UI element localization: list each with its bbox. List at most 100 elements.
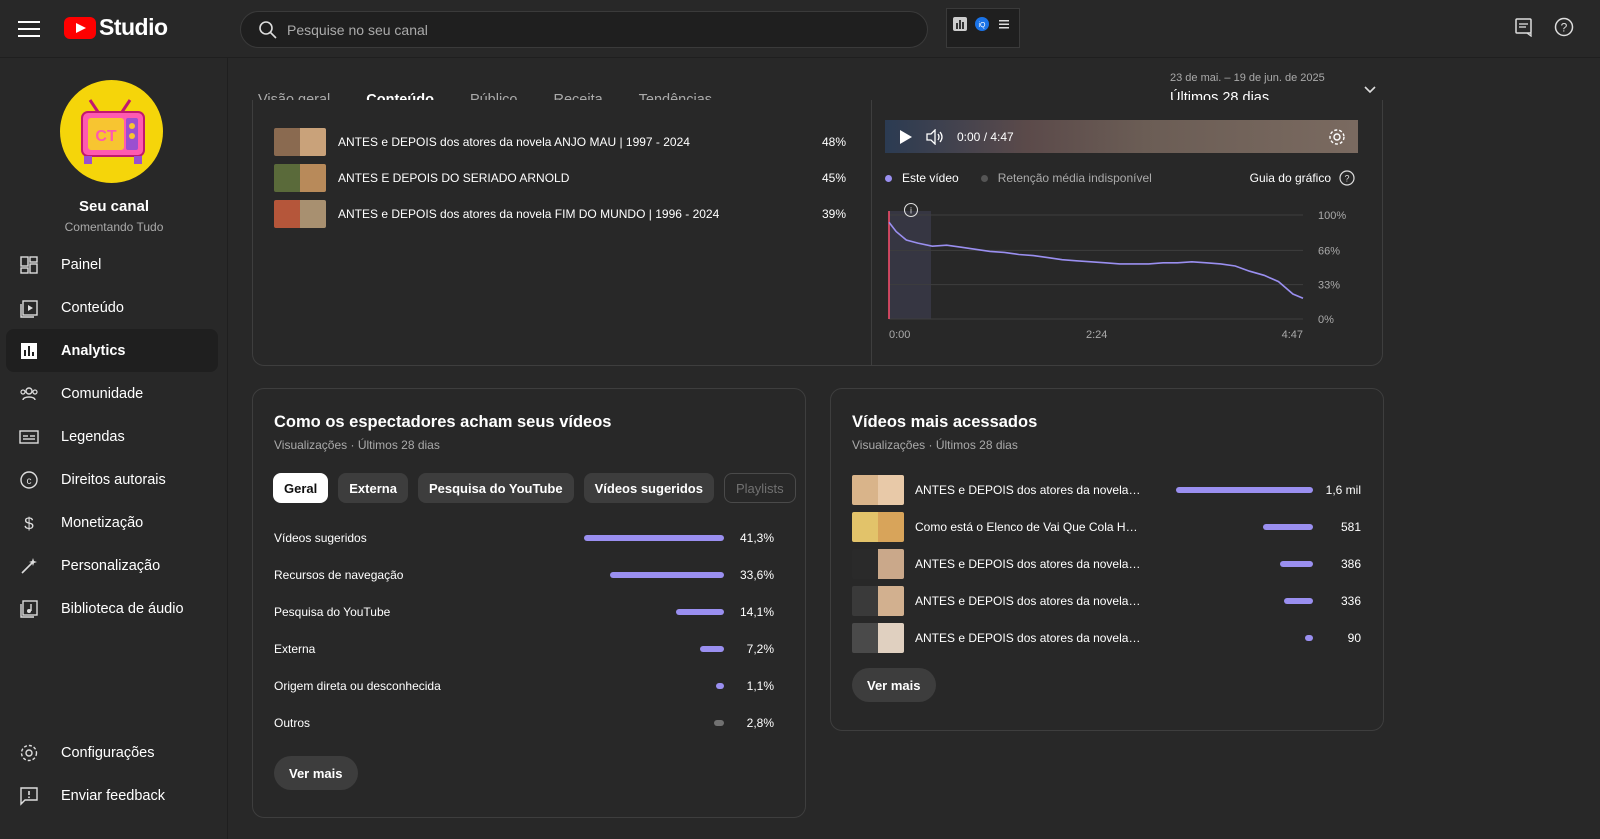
volume-icon[interactable] [925, 128, 945, 145]
source-bar [676, 608, 724, 615]
list-item[interactable]: ANTES e DEPOIS dos atores da novela O...… [852, 582, 1362, 619]
monetization-icon: $ [18, 512, 40, 534]
chip-pesquisa-youtube[interactable]: Pesquisa do YouTube [417, 473, 574, 503]
hamburger-menu-icon[interactable] [18, 18, 40, 38]
play-icon[interactable] [899, 129, 913, 145]
traffic-sources-card: Como os espectadores acham seus vídeos V… [252, 388, 806, 818]
source-value: 41,3% [739, 530, 774, 545]
chip-geral[interactable]: Geral [273, 473, 329, 503]
card-title: Como os espectadores acham seus vídeos [274, 413, 612, 431]
chart-guide-link[interactable]: Guia do gráfico [1250, 171, 1331, 185]
views-bar [1305, 634, 1313, 641]
sidebar-item-direitos-autorais[interactable]: c Direitos autorais [6, 458, 218, 501]
channel-title: Seu canal [78, 198, 150, 215]
y-tick-label: 66% [1318, 245, 1340, 257]
feedback-icon [18, 785, 40, 807]
bar-container [574, 719, 724, 726]
table-row[interactable]: Origem direta ou desconhecida 1,1% [274, 667, 774, 704]
sidebar-item-analytics[interactable]: Analytics [6, 329, 218, 372]
source-label: Origem direta ou desconhecida [274, 678, 441, 693]
help-icon[interactable]: ? [1339, 170, 1355, 186]
video-title: ANTES e DEPOIS dos atores da novela FIM … [338, 207, 720, 221]
sidebar-item-label: Enviar feedback [61, 787, 165, 804]
table-row[interactable]: Outros 2,8% [274, 704, 774, 741]
svg-text:?: ? [1344, 174, 1349, 184]
source-bar [700, 645, 724, 652]
list-icon[interactable] [997, 17, 1011, 31]
sidebar-item-label: Analytics [61, 342, 126, 359]
video-title: Como está o Elenco de Vai Que Cola Hoj..… [915, 519, 1143, 534]
sidebar-item-configuracoes[interactable]: Configurações [6, 731, 218, 774]
gear-icon[interactable] [1328, 128, 1346, 146]
youtube-icon [64, 16, 96, 39]
table-row[interactable]: Recursos de navegação 33,6% [274, 556, 774, 593]
video-thumbnail [852, 474, 904, 505]
video-title: ANTES e DEPOIS dos atores da novela ANJO… [338, 135, 690, 149]
sidebar-item-conteudo[interactable]: Conteúdo [6, 286, 218, 329]
chevron-down-icon[interactable] [1363, 85, 1377, 95]
list-item[interactable]: ANTES e DEPOIS dos atores da novela FIM … [274, 196, 846, 232]
series-line-este-video [888, 221, 1304, 299]
video-thumbnail [852, 548, 904, 579]
source-label: Vídeos sugeridos [274, 530, 367, 545]
y-tick-label: 0% [1318, 314, 1334, 326]
table-row[interactable]: Pesquisa do YouTube 14,1% [274, 593, 774, 630]
chip-videos-sugeridos[interactable]: Vídeos sugeridos [583, 473, 714, 503]
video-player-controls: 0:00 / 4:47 [885, 120, 1358, 153]
table-row[interactable]: Externa 7,2% [274, 630, 774, 667]
sidebar-item-personalizacao[interactable]: Personalização [6, 544, 218, 587]
list-item[interactable]: ANTES E DEPOIS DO SERIADO ARNOLD 45% [274, 160, 846, 196]
source-label: Externa [274, 641, 316, 656]
svg-text:$: $ [24, 514, 34, 533]
sidebar-item-biblioteca-de-audio[interactable]: Biblioteca de áudio [6, 587, 218, 630]
community-icon [18, 383, 40, 405]
youtube-studio-logo[interactable]: Studio [64, 14, 168, 41]
source-value: 14,1% [739, 604, 774, 619]
sidebar-item-monetizacao[interactable]: $ Monetização [6, 501, 218, 544]
feedback-message-icon[interactable] [1514, 17, 1534, 37]
table-row[interactable]: Vídeos sugeridos 41,3% [274, 519, 774, 556]
source-bar [716, 682, 724, 689]
channel-avatar[interactable]: CT [60, 80, 163, 183]
svg-text:?: ? [1561, 21, 1568, 35]
sidebar-item-comunidade[interactable]: Comunidade [6, 372, 218, 415]
sidebar-item-enviar-feedback[interactable]: Enviar feedback [6, 774, 218, 817]
logo-text: Studio [99, 14, 168, 40]
bar-container [574, 534, 724, 541]
list-item[interactable]: ANTES e DEPOIS dos atores da novela O...… [852, 619, 1362, 656]
list-item[interactable]: Como está o Elenco de Vai Que Cola Hoj..… [852, 508, 1362, 545]
sidebar-item-legendas[interactable]: Legendas [6, 415, 218, 458]
svg-text:iQ: iQ [979, 22, 987, 29]
list-item[interactable]: ANTES e DEPOIS dos atores da novela C...… [852, 545, 1362, 582]
see-more-button[interactable]: Ver mais [274, 756, 358, 790]
sidebar-item-label: Biblioteca de áudio [61, 600, 184, 617]
chart-legend: Este vídeo Retenção média indisponível G… [885, 170, 1355, 186]
source-value: 1,1% [746, 678, 774, 693]
extension-icon[interactable]: iQ [975, 17, 989, 31]
extension-toolbar: iQ [946, 8, 1020, 48]
search-input[interactable] [287, 21, 887, 38]
help-icon[interactable]: ? [1554, 17, 1574, 37]
customization-icon [18, 555, 40, 577]
list-item[interactable]: ANTES e DEPOIS dos atores da novela C...… [852, 471, 1362, 508]
sidebar-item-painel[interactable]: Painel [6, 243, 218, 286]
retention-chart[interactable]: 100% 66% 33% 0% i 0:00 2:24 4:47 [885, 195, 1360, 355]
views-value: 1,6 mil [1325, 482, 1361, 497]
video-title: ANTES e DEPOIS dos atores da novela O... [915, 593, 1143, 608]
sidebar-item-label: Direitos autorais [61, 471, 166, 488]
top-bar: Studio iQ ? [0, 0, 1600, 58]
retention-card: ANTES e DEPOIS dos atores da novela ANJO… [252, 100, 1383, 366]
views-bar [1263, 523, 1313, 530]
channel-name: Comentando Tudo [64, 220, 164, 234]
bar-chart-icon[interactable] [953, 17, 967, 31]
bar-container [574, 571, 724, 578]
bar-container [574, 645, 724, 652]
see-more-button[interactable]: Ver mais [852, 668, 936, 702]
chip-externa[interactable]: Externa [338, 473, 408, 503]
search-bar[interactable] [240, 11, 928, 48]
search-icon[interactable] [249, 12, 287, 48]
video-thumbnail [852, 622, 904, 653]
source-label: Pesquisa do YouTube [274, 604, 391, 619]
list-item[interactable]: ANTES e DEPOIS dos atores da novela ANJO… [274, 124, 846, 160]
bar-container [574, 682, 724, 689]
